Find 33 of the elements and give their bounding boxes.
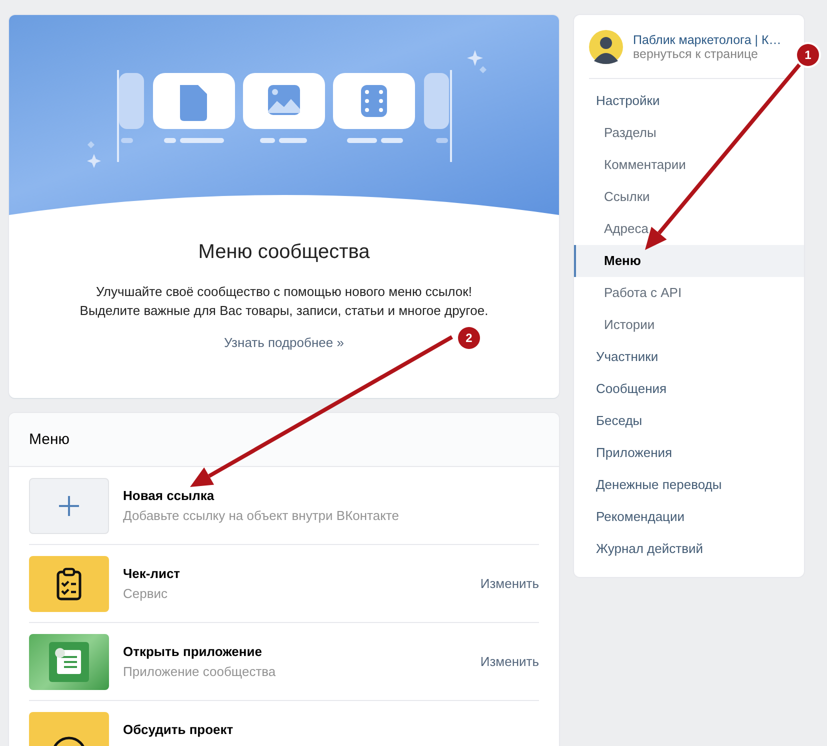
sidebar-item[interactable]: Приложения [574, 437, 804, 469]
sidebar-item[interactable]: Истории [574, 309, 804, 341]
step-badge: 1 [797, 44, 819, 66]
edit-button[interactable]: Изменить [480, 572, 539, 595]
description-line: Улучшайте своё сообщество с помощью нового меню ссылок! [95, 283, 473, 301]
sidebar-item[interactable]: Настройки [574, 85, 804, 117]
sidebar-item[interactable]: Меню [574, 245, 804, 277]
item-subtitle: Сервис [123, 586, 169, 601]
step-badge: 2 [458, 327, 480, 349]
community-name[interactable]: Паблик маркетолога | К… [633, 33, 782, 47]
item-subtitle: Приложение сообщества [123, 664, 277, 679]
sidebar-item[interactable]: Комментарии [574, 149, 804, 181]
sidebar-item[interactable]: Ссылки [574, 181, 804, 213]
back-to-page-link[interactable]: вернуться к странице [633, 47, 782, 61]
card-title: Меню сообщества [198, 241, 370, 264]
sidebar-item[interactable]: Работа с API [574, 277, 804, 309]
item-title: Новая ссылка [123, 488, 216, 503]
sidebar-item[interactable]: Журнал действий [574, 533, 804, 565]
sidebar-item[interactable]: Денежные переводы [574, 469, 804, 501]
description-line: Выделите важные для Вас товары, записи, статьи и многое другое. [80, 302, 488, 320]
sidebar-item[interactable]: Рекомендации [574, 501, 804, 533]
item-subtitle: Добавьте ссылку на объект внутри ВКонтакте [123, 508, 400, 523]
learn-more-link[interactable]: Узнать подробнее » [224, 335, 344, 350]
item-title: Чек-лист [123, 566, 182, 581]
sidebar-item[interactable]: Участники [574, 341, 804, 373]
sidebar-item[interactable]: Сообщения [574, 373, 804, 405]
menu-header: Меню [9, 413, 559, 467]
sidebar-item[interactable]: Адреса [574, 213, 804, 245]
item-title: Обсудить проект [123, 722, 234, 737]
edit-button[interactable]: Изменить [480, 650, 539, 673]
sidebar-item[interactable]: Беседы [574, 405, 804, 437]
sidebar-item[interactable]: Разделы [574, 117, 804, 149]
item-title: Открыть приложение [123, 644, 263, 659]
